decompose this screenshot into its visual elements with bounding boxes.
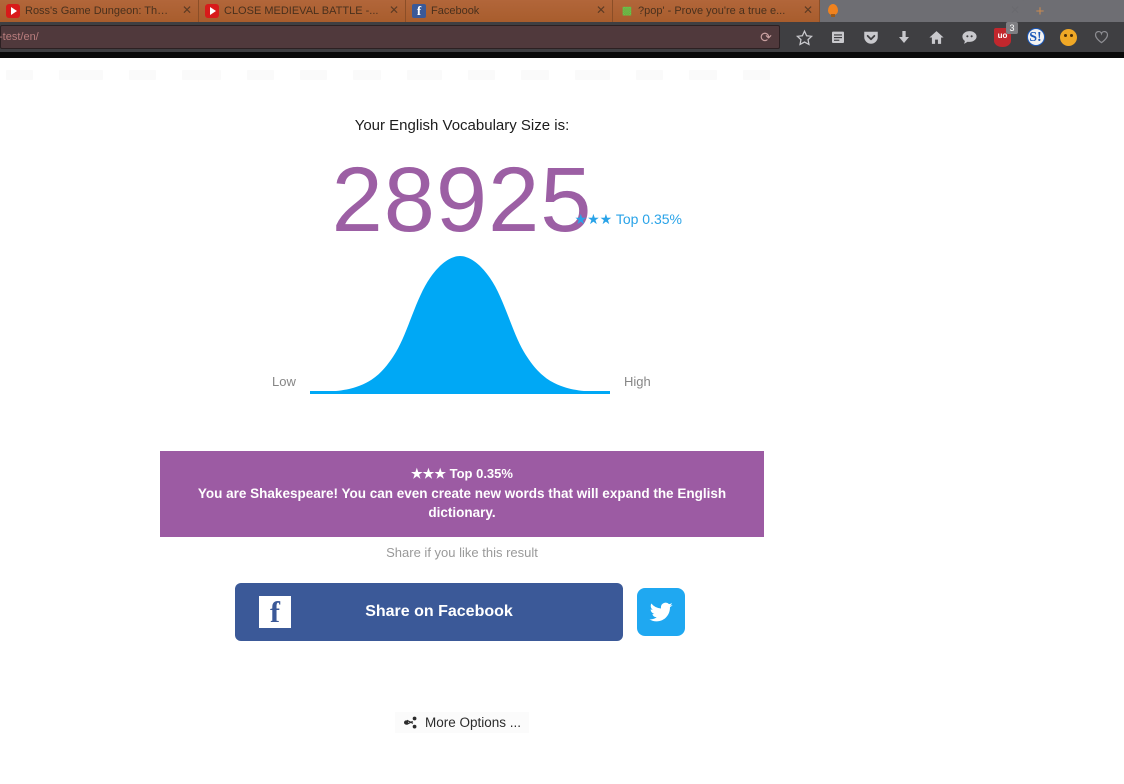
downloads-icon[interactable] bbox=[887, 23, 920, 51]
browser-tab[interactable]: f Facebook ✕ bbox=[406, 0, 613, 22]
tab-title: Facebook bbox=[431, 5, 480, 17]
library-icon[interactable] bbox=[821, 23, 854, 51]
address-bar[interactable]: -test/en/ ⟳ bbox=[0, 25, 780, 49]
verdict-rank-text: Top 0.35% bbox=[449, 466, 513, 481]
pocket-icon[interactable] bbox=[854, 23, 887, 51]
tab-title: CLOSE MEDIEVAL BATTLE -... bbox=[224, 5, 379, 17]
verdict-description: You are Shakespeare! You can even create… bbox=[197, 486, 727, 520]
more-options-button[interactable]: More Options ... bbox=[0, 712, 924, 733]
url-text: -test/en/ bbox=[0, 31, 39, 43]
facebook-icon: f bbox=[259, 596, 291, 629]
verdict-rank: ★★★ Top 0.35% bbox=[186, 464, 738, 483]
s-exclamation-extension-icon[interactable]: S! bbox=[1019, 23, 1052, 51]
s-exclamation-glyph: S! bbox=[1026, 28, 1045, 46]
shield-badge-count: 3 bbox=[1006, 22, 1018, 34]
curve-label-low: Low bbox=[272, 374, 296, 389]
navigation-bar: -test/en/ ⟳ uo 3 S! bbox=[0, 22, 1124, 52]
tab-title: Ross's Game Dungeon: The C... bbox=[25, 5, 174, 17]
browser-tab[interactable]: ▩ ?pop' - Prove you're a true e... ✕ bbox=[613, 0, 820, 22]
browser-tab[interactable]: Ross's Game Dungeon: The C... ✕ bbox=[0, 0, 199, 22]
close-icon[interactable]: ✕ bbox=[594, 4, 608, 18]
tab-strip: Ross's Game Dungeon: The C... ✕ CLOSE ME… bbox=[0, 0, 1124, 22]
new-tab-button[interactable]: + bbox=[1027, 2, 1053, 22]
share-nodes-icon bbox=[403, 716, 417, 729]
close-icon[interactable]: ✕ bbox=[180, 4, 194, 18]
twitter-icon bbox=[649, 602, 673, 622]
more-options-label: More Options ... bbox=[424, 715, 522, 730]
heart-extension-icon[interactable] bbox=[1085, 23, 1118, 51]
verdict-stars: ★★★ bbox=[411, 466, 446, 481]
result-panel: Your English Vocabulary Size is: 28925 L… bbox=[0, 58, 924, 402]
browser-chrome: Ross's Game Dungeon: The C... ✕ CLOSE ME… bbox=[0, 0, 1124, 58]
balloon-icon bbox=[826, 4, 840, 18]
vocabulary-size-value: 28925 bbox=[331, 149, 593, 251]
browser-tab[interactable]: CLOSE MEDIEVAL BATTLE -... ✕ bbox=[199, 0, 406, 22]
rank-summary: ★★★ Top 0.35% bbox=[0, 210, 924, 228]
facebook-icon: f bbox=[412, 4, 426, 18]
verdict-banner: ★★★ Top 0.35% You are Shakespeare! You c… bbox=[160, 451, 764, 537]
tab-title: ?pop' - Prove you're a true e... bbox=[638, 5, 786, 17]
close-icon[interactable]: ✕ bbox=[387, 4, 401, 18]
share-on-twitter-button[interactable] bbox=[637, 588, 685, 636]
chat-bubble-icon[interactable] bbox=[953, 23, 986, 51]
rank-stars: ★★★ bbox=[574, 211, 613, 227]
home-icon[interactable] bbox=[920, 23, 953, 51]
bookmark-star-icon[interactable] bbox=[788, 23, 821, 51]
page-content: Your English Vocabulary Size is: 28925 L… bbox=[0, 58, 1124, 784]
youtube-icon bbox=[6, 4, 20, 18]
browser-tab-active[interactable]: ✕ bbox=[820, 0, 1027, 22]
youtube-icon bbox=[205, 4, 219, 18]
monkey-extension-icon[interactable] bbox=[1052, 23, 1085, 51]
reload-icon[interactable]: ⟳ bbox=[757, 30, 775, 44]
distribution-chart: Low High bbox=[0, 252, 924, 402]
toolbar-icons: uo 3 S! bbox=[788, 22, 1118, 51]
curve-label-high: High bbox=[624, 374, 651, 389]
share-prompt: Share if you like this result bbox=[386, 545, 538, 560]
rank-text: Top 0.35% bbox=[615, 211, 682, 227]
close-icon[interactable]: ✕ bbox=[1008, 4, 1022, 18]
game-icon: ▩ bbox=[621, 5, 632, 17]
share-on-facebook-label: Share on Facebook bbox=[365, 603, 513, 620]
share-on-facebook-button[interactable]: f Share on Facebook bbox=[235, 583, 623, 641]
share-buttons-row: f Share on Facebook bbox=[235, 583, 685, 641]
shield-extension-icon[interactable]: uo 3 bbox=[986, 22, 1019, 51]
monkey-glyph bbox=[1060, 28, 1077, 46]
page-title: Your English Vocabulary Size is: bbox=[354, 117, 570, 134]
bell-curve-svg bbox=[310, 256, 610, 394]
close-icon[interactable]: ✕ bbox=[801, 4, 815, 18]
